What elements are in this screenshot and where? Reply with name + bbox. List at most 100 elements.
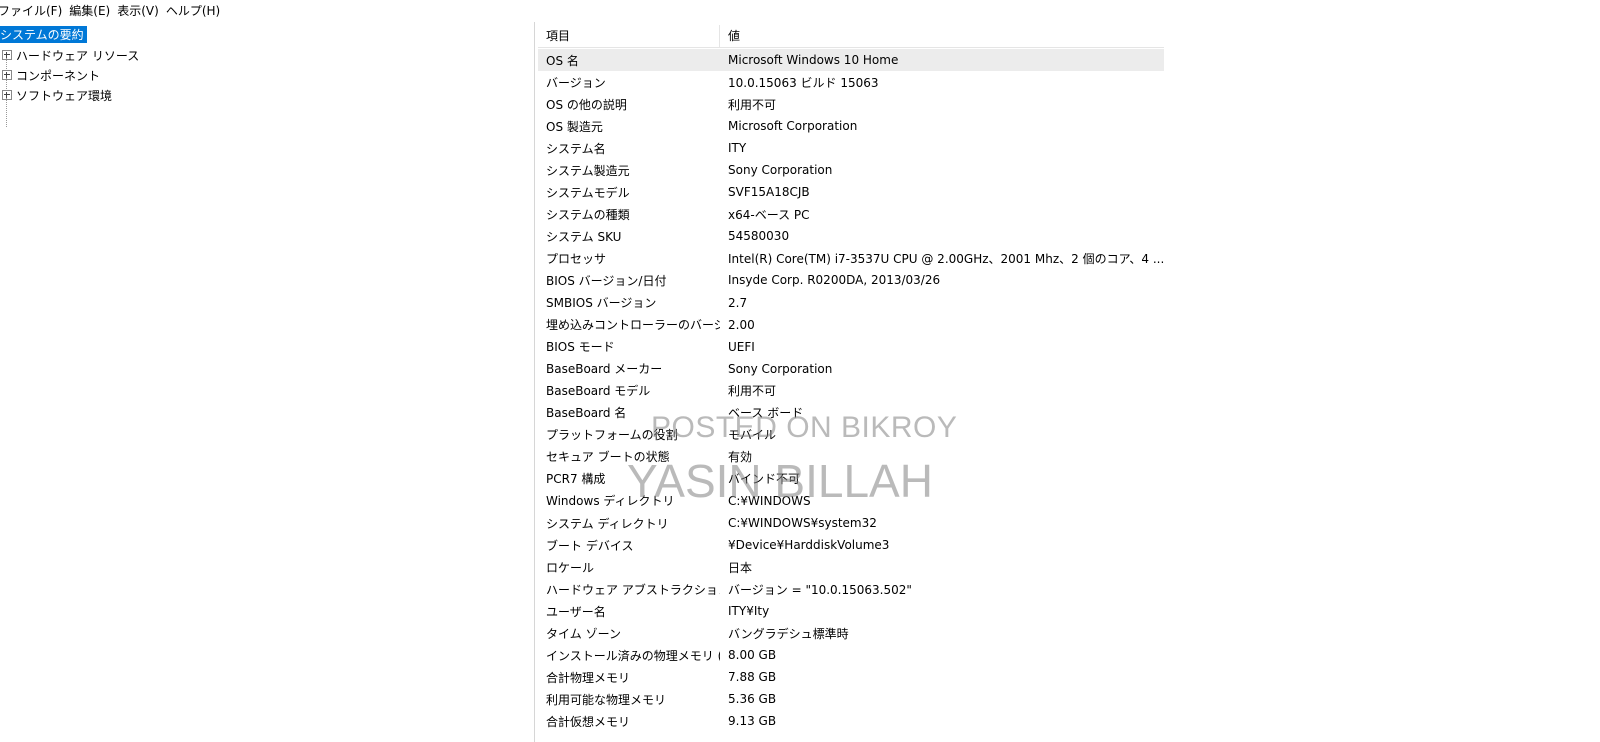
cell-value: SVF15A18CJB bbox=[728, 185, 810, 200]
table-row[interactable]: 合計物理メモリ 7.88 GB bbox=[538, 666, 1164, 688]
expand-plus-icon[interactable] bbox=[2, 50, 12, 60]
cell-item: システム製造元 bbox=[546, 163, 630, 178]
cell-value: 54580030 bbox=[728, 229, 790, 244]
cell-value: UEFI bbox=[728, 339, 755, 354]
cell-item: OS 製造元 bbox=[546, 119, 603, 134]
table-row[interactable]: バージョン 10.0.15063 ビルド 15063 bbox=[538, 71, 1164, 93]
cell-value: x64-ベース PC bbox=[728, 207, 810, 222]
list-rows: OS 名 Microsoft Windows 10 Home バージョン 10.0.1… bbox=[538, 49, 1164, 732]
table-row[interactable]: BaseBoard メーカー Sony Corporation bbox=[538, 358, 1164, 380]
table-row[interactable]: PCR7 構成 バインド不可 bbox=[538, 468, 1164, 490]
tree-item-system-summary[interactable]: システムの要約 bbox=[0, 26, 87, 43]
tree-item-label: システムの要約 bbox=[0, 28, 84, 42]
menu-view[interactable]: 表示(V) bbox=[117, 2, 166, 19]
table-row[interactable]: システム名 ITY bbox=[538, 137, 1164, 159]
list-header: 項目 値 bbox=[538, 25, 1164, 48]
table-row[interactable]: OS の他の説明 利用不可 bbox=[538, 93, 1164, 115]
table-row[interactable]: システムの種類 x64-ベース PC bbox=[538, 203, 1164, 225]
category-tree: システムの要約 ハードウェア リソース コンポーネント ソフトウェア環境 bbox=[0, 22, 535, 742]
table-row[interactable]: 合計仮想メモリ 9.13 GB bbox=[538, 710, 1164, 732]
table-row[interactable]: BaseBoard 名 ベース ボード bbox=[538, 402, 1164, 424]
cell-item: BaseBoard モデル bbox=[546, 384, 651, 399]
tree-item-software-environment[interactable]: ソフトウェア環境 bbox=[0, 86, 112, 104]
menu-edit[interactable]: 編集(E) bbox=[69, 2, 117, 19]
column-header-value[interactable]: 値 bbox=[720, 25, 1164, 47]
cell-item: 合計物理メモリ bbox=[546, 670, 631, 685]
table-row[interactable]: SMBIOS バージョン 2.7 bbox=[538, 292, 1164, 314]
cell-value: 有効 bbox=[728, 450, 753, 465]
expand-plus-icon[interactable] bbox=[2, 90, 12, 100]
cell-item: BIOS モード bbox=[546, 340, 615, 355]
cell-item: OS の他の説明 bbox=[546, 97, 627, 112]
cell-value: 7.88 GB bbox=[728, 670, 777, 685]
tree-item-label: ハードウェア リソース bbox=[16, 48, 140, 63]
table-row[interactable]: ユーザー名 ITY¥Ity bbox=[538, 600, 1164, 622]
cell-value: Sony Corporation bbox=[728, 163, 833, 178]
cell-value: Microsoft Windows 10 Home bbox=[728, 53, 899, 68]
cell-item: システム SKU bbox=[546, 229, 622, 244]
cell-item: システムの種類 bbox=[546, 207, 630, 222]
table-row[interactable]: 埋め込みコントローラーのバージョ... 2.00 bbox=[538, 314, 1164, 336]
table-row[interactable]: インストール済みの物理メモリ (... 8.00 GB bbox=[538, 644, 1164, 666]
cell-item: 埋め込みコントローラーのバージョ... bbox=[546, 318, 720, 333]
cell-value: Sony Corporation bbox=[728, 361, 833, 376]
table-row[interactable]: ハードウェア アブストラクション レ... バージョン = "10.0.15063… bbox=[538, 578, 1164, 600]
cell-item: ブート デバイス bbox=[546, 538, 634, 553]
tree-item-hardware-resources[interactable]: ハードウェア リソース bbox=[0, 46, 139, 64]
table-row[interactable]: プラットフォームの役割 モバイル bbox=[538, 424, 1164, 446]
cell-item: BaseBoard メーカー bbox=[546, 362, 663, 377]
menu-file[interactable]: ファイル(F) bbox=[0, 2, 69, 19]
table-row[interactable]: タイム ゾーン バングラデシュ標準時 bbox=[538, 622, 1164, 644]
cell-value: C:¥WINDOWS¥system32 bbox=[728, 516, 877, 530]
table-row[interactable]: システム製造元 Sony Corporation bbox=[538, 159, 1164, 181]
cell-item: ハードウェア アブストラクション レ... bbox=[546, 582, 720, 597]
table-row[interactable]: OS 名 Microsoft Windows 10 Home bbox=[538, 49, 1164, 72]
table-row[interactable]: BIOS モード UEFI bbox=[538, 336, 1164, 358]
cell-value: 2.00 bbox=[728, 317, 755, 332]
table-row[interactable]: システムモデル SVF15A18CJB bbox=[538, 181, 1164, 203]
cell-value: 10.0.15063 ビルド 15063 bbox=[728, 75, 879, 90]
table-row[interactable]: システム ディレクトリ C:¥WINDOWS¥system32 bbox=[538, 512, 1164, 534]
table-row[interactable]: 利用可能な物理メモリ 5.36 GB bbox=[538, 688, 1164, 710]
cell-value: C:¥WINDOWS bbox=[728, 493, 811, 508]
cell-item: Windows ディレクトリ bbox=[546, 494, 675, 509]
cell-item: 合計仮想メモリ bbox=[546, 714, 631, 729]
expand-plus-icon[interactable] bbox=[2, 70, 12, 80]
cell-item: バージョン bbox=[546, 75, 606, 90]
cell-item: システム ディレクトリ bbox=[546, 516, 669, 531]
menu-help[interactable]: ヘルプ(H) bbox=[166, 2, 227, 19]
cell-item: OS 名 bbox=[546, 53, 579, 68]
cell-item: 利用可能な物理メモリ bbox=[546, 692, 667, 707]
cell-item: インストール済みの物理メモリ (... bbox=[546, 648, 720, 663]
cell-value: 9.13 GB bbox=[728, 714, 777, 729]
table-row[interactable]: Windows ディレクトリ C:¥WINDOWS bbox=[538, 490, 1164, 512]
cell-item: セキュア ブートの状態 bbox=[546, 450, 670, 465]
cell-item: プラットフォームの役割 bbox=[546, 428, 678, 443]
table-row[interactable]: セキュア ブートの状態 有効 bbox=[538, 446, 1164, 468]
table-row[interactable]: プロセッサ Intel(R) Core(TM) i7-3537U CPU @ 2.… bbox=[538, 247, 1164, 269]
cell-value: Microsoft Corporation bbox=[728, 119, 858, 134]
cell-item: システム名 bbox=[546, 141, 606, 156]
tree-item-label: コンポーネント bbox=[16, 68, 101, 83]
table-row[interactable]: OS 製造元 Microsoft Corporation bbox=[538, 115, 1164, 137]
cell-value: バングラデシュ標準時 bbox=[728, 626, 849, 641]
menu-bar: ファイル(F) 編集(E) 表示(V) ヘルプ(H) bbox=[0, 0, 1600, 20]
cell-item: ユーザー名 bbox=[546, 604, 606, 619]
cell-value: ITY¥Ity bbox=[728, 604, 770, 619]
table-row[interactable]: ロケール 日本 bbox=[538, 556, 1164, 578]
cell-value: 日本 bbox=[728, 560, 753, 575]
tree-item-components[interactable]: コンポーネント bbox=[0, 66, 100, 84]
cell-item: プロセッサ bbox=[546, 251, 607, 266]
cell-value: 利用不可 bbox=[728, 97, 777, 112]
cell-item: SMBIOS バージョン bbox=[546, 296, 657, 311]
cell-item: BIOS バージョン/日付 bbox=[546, 273, 667, 288]
table-row[interactable]: ブート デバイス ¥Device¥HarddiskVolume3 bbox=[538, 534, 1164, 556]
table-row[interactable]: システム SKU 54580030 bbox=[538, 225, 1164, 247]
cell-value: バージョン = "10.0.15063.502" bbox=[728, 582, 912, 597]
table-row[interactable]: BaseBoard モデル 利用不可 bbox=[538, 380, 1164, 402]
cell-value: 8.00 GB bbox=[728, 648, 777, 663]
cell-item: タイム ゾーン bbox=[546, 626, 621, 641]
table-row[interactable]: BIOS バージョン/日付 Insyde Corp. R0200DA, 2013/… bbox=[538, 269, 1164, 291]
cell-value: 2.7 bbox=[728, 295, 748, 310]
column-header-item[interactable]: 項目 bbox=[538, 25, 720, 47]
